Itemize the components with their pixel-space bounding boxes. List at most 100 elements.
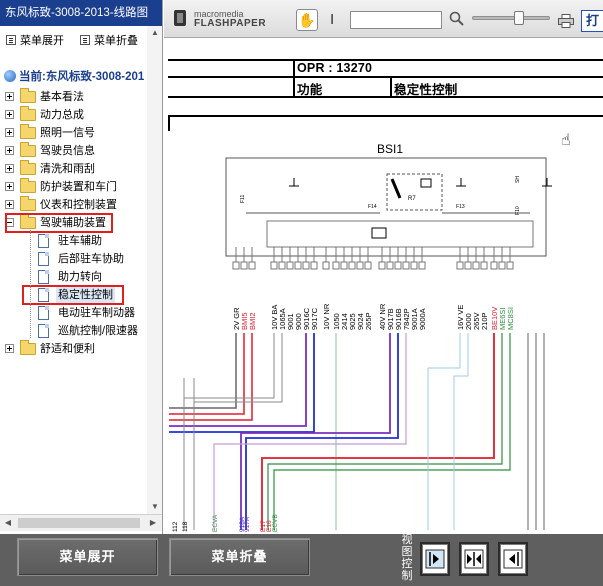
expand-plus-icon[interactable] (5, 92, 14, 101)
bottom-pin-label: 917A (244, 516, 251, 532)
collapse-menu-button[interactable]: 菜单折叠 (169, 538, 310, 576)
view-right-button[interactable] (420, 542, 450, 576)
pin-box (506, 261, 514, 270)
pin-box (340, 261, 348, 270)
tree-page-item[interactable]: 驻车辅助 (0, 232, 147, 250)
relay-switch (390, 178, 402, 199)
bottom-pin-label: 112 (172, 521, 179, 532)
folder-icon (20, 88, 36, 103)
pin-label: 210P (480, 312, 489, 330)
bottom-pin-label: ECVB (272, 514, 279, 532)
tree-folder-item[interactable]: 防护装置和车门 (0, 178, 147, 196)
pin-box (498, 261, 506, 270)
view-split-button[interactable] (459, 542, 489, 576)
wire (169, 333, 315, 433)
pin-box (456, 261, 464, 270)
view-left-button[interactable] (498, 542, 528, 576)
fuse-label: F14 (368, 204, 377, 210)
tree-item-label: 防护装置和车门 (40, 181, 117, 193)
pin-label: 9000A (418, 308, 427, 330)
horizontal-scrollbar[interactable]: ◀ ▶ (0, 514, 162, 531)
brand-bottom: FLASHPAPER (194, 18, 267, 29)
hand-tool-button[interactable]: ✋ (296, 9, 318, 31)
wire (453, 333, 469, 530)
scroll-down-arrow-icon[interactable]: ▼ (150, 502, 160, 512)
pin-box (472, 261, 480, 270)
tree-page-item[interactable]: 后部驻车协助 (0, 250, 147, 268)
fuse-label: SH (515, 176, 521, 183)
pin-label: 265P (364, 312, 373, 330)
tree-item-label: 电动驻车制动器 (58, 307, 135, 319)
tree-item-label: 动力总成 (40, 109, 84, 121)
relay-box (386, 173, 443, 211)
zoom-slider-thumb[interactable] (514, 11, 524, 25)
print-button[interactable]: 打 (581, 10, 603, 32)
document-page-icon (38, 270, 49, 284)
pin-box (348, 261, 356, 270)
pin-label: MC8SI (506, 307, 515, 330)
tree-folder-item[interactable]: 照明一信号 (0, 124, 147, 142)
tree-page-item[interactable]: 助力转向 (0, 268, 147, 286)
tree-connector-line (30, 230, 31, 338)
flashpaper-logo-icon (174, 10, 186, 26)
expand-plus-icon[interactable] (5, 164, 14, 173)
tree-folder-item[interactable]: 清洗和雨刮 (0, 160, 147, 178)
collapse-menu-toolbar-button[interactable]: 菜单折叠 (80, 33, 138, 49)
scroll-thumb[interactable] (18, 518, 140, 528)
expand-plus-icon[interactable] (5, 128, 14, 137)
tree-folder-item[interactable]: 动力总成 (0, 106, 147, 124)
pin-box (302, 261, 310, 270)
arrow-left-icon (503, 549, 523, 569)
expand-menu-button[interactable]: 菜单展开 (17, 538, 158, 576)
tree-item-label: 基本看法 (40, 91, 84, 103)
printer-icon[interactable] (558, 14, 574, 28)
expand-plus-icon[interactable] (5, 110, 14, 119)
tree-item-label: 仪表和控制装置 (40, 199, 117, 211)
vertical-scrollbar[interactable]: ▲ ▼ (147, 26, 162, 514)
relay-coil (420, 178, 432, 188)
app-title: 东风标致-3008-2013-线路图 (0, 0, 162, 26)
tree-page-item[interactable]: 巡航控制/限速器 (0, 322, 147, 340)
tree-folder-item[interactable]: 驾驶员信息 (0, 142, 147, 160)
pin-box (248, 261, 256, 270)
document-page-icon (38, 252, 49, 266)
tree-root-label: 当前:东风标致-3008-201 (19, 71, 145, 83)
tree-item-label: 舒适和便利 (40, 343, 95, 355)
tree-folder-item[interactable]: 仪表和控制装置 (0, 196, 147, 214)
folder-icon (20, 196, 36, 211)
expand-plus-icon[interactable] (5, 344, 14, 353)
tree-item-label: 后部驻车协助 (58, 253, 124, 265)
zoom-slider[interactable] (472, 11, 550, 25)
text-select-icon[interactable]: I (330, 11, 340, 29)
search-input[interactable] (350, 11, 442, 29)
folder-icon (20, 124, 36, 139)
scroll-up-arrow-icon[interactable]: ▲ (150, 28, 160, 38)
pin-box (232, 261, 240, 270)
tree-folder-item[interactable]: 基本看法 (0, 88, 147, 106)
pin-box (294, 261, 302, 270)
tree-root[interactable]: 当前:东风标致-3008-201 (4, 68, 144, 86)
expand-menu-toolbar-label: 菜单展开 (20, 35, 64, 47)
expand-plus-icon[interactable] (5, 182, 14, 191)
menu-toolbar: 菜单展开 菜单折叠 (0, 30, 162, 52)
tree-item-label: 助力转向 (58, 271, 102, 283)
scroll-right-arrow-icon[interactable]: ▶ (148, 518, 158, 528)
pin-box (386, 261, 394, 270)
expand-plus-icon[interactable] (5, 200, 14, 209)
tree-folder-item[interactable]: 舒适和便利 (0, 340, 147, 358)
scroll-left-arrow-icon[interactable]: ◀ (3, 518, 13, 528)
pin-box (332, 261, 340, 270)
bsi-box (225, 157, 547, 257)
viewer-toolbar: macromedia FLASHPAPER ✋ I 打 (164, 0, 603, 38)
tree-item-label: 巡航控制/限速器 (58, 325, 139, 337)
flashpaper-brand: macromedia FLASHPAPER (194, 9, 266, 29)
tree-page-item[interactable]: 电动驻车制动器 (0, 304, 147, 322)
pin-box (310, 261, 318, 270)
tree-item-label: 清洗和雨刮 (40, 163, 95, 175)
expand-plus-icon[interactable] (5, 146, 14, 155)
magnifier-icon[interactable] (449, 11, 464, 26)
expand-menu-toolbar-button[interactable]: 菜单展开 (6, 33, 64, 49)
pin-box (240, 261, 248, 270)
pin-box (322, 261, 330, 270)
pin-box (418, 261, 426, 270)
